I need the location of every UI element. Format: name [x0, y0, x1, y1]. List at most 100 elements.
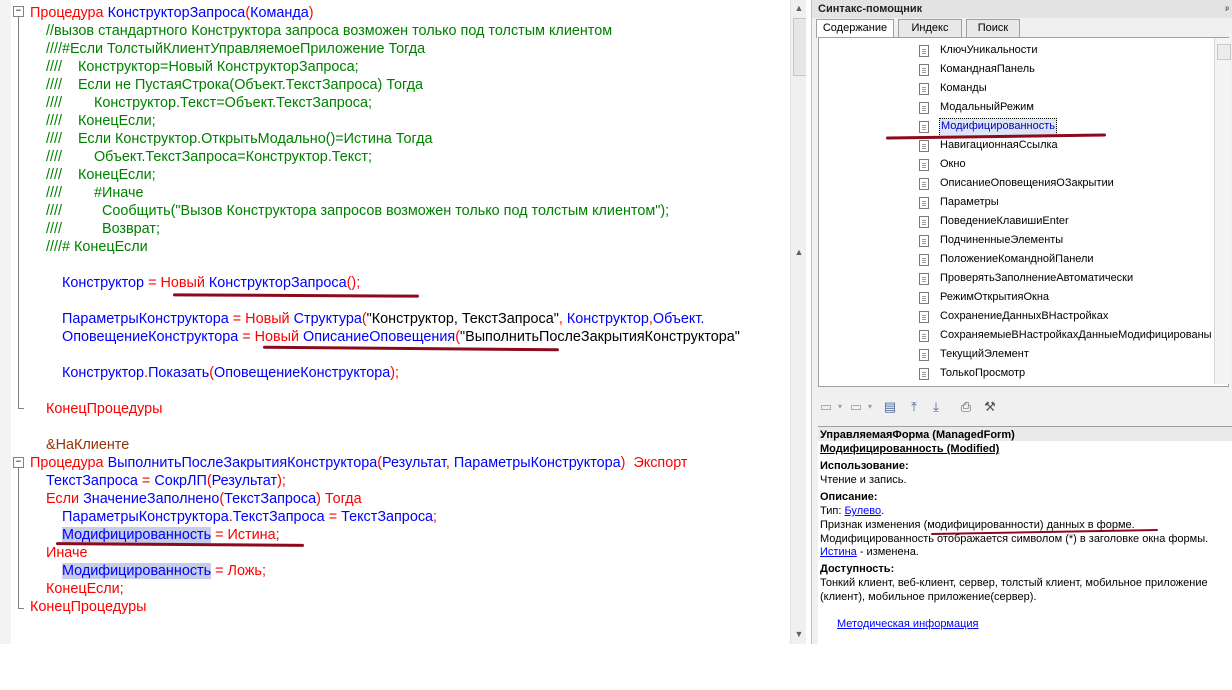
- code-token: Экспорт: [633, 455, 688, 471]
- print-icon[interactable]: ⎙: [958, 399, 974, 415]
- scroll-up-icon[interactable]: ▲: [791, 0, 806, 16]
- code-token: //// Конструктор.Текст=Объект.ТекстЗапро…: [46, 95, 372, 111]
- code-line[interactable]: //// #Иначе: [46, 184, 143, 202]
- code-line[interactable]: КонецЕсли;: [46, 580, 124, 598]
- code-token: //// КонецЕсли;: [46, 167, 156, 183]
- code-line[interactable]: //// Сообщить("Вызов Конструктора запрос…: [46, 202, 669, 220]
- code-line[interactable]: //// Конструктор.Текст=Объект.ТекстЗапро…: [46, 94, 372, 112]
- code-line[interactable]: //// Объект.ТекстЗапроса=Конструктор.Тек…: [46, 148, 372, 166]
- availability-line-1: Тонкий клиент, веб-клиент, сервер, толст…: [820, 577, 1208, 589]
- code-token: Истина: [227, 527, 276, 543]
- tab-index[interactable]: Индекс: [898, 19, 962, 37]
- code-line[interactable]: //// Если не ПустаяСтрока(Объект.ТекстЗа…: [46, 76, 423, 94]
- code-token: ПараметрыКонструктора: [62, 509, 229, 525]
- scroll-down-icon[interactable]: ▼: [791, 626, 806, 642]
- true-link[interactable]: Истина: [820, 546, 857, 558]
- document-icon: [919, 235, 929, 247]
- code-line[interactable]: ОповещениеКонструктора = Новый ОписаниеО…: [62, 328, 740, 346]
- pin-icon[interactable]: ᵖ: [1225, 0, 1229, 18]
- settings-wrench-icon[interactable]: ⚒: [982, 399, 998, 415]
- tree-scroll-thumb[interactable]: [1217, 44, 1231, 60]
- code-token: ПараметрыКонструктора: [62, 311, 233, 327]
- code-editor[interactable]: − − Процедура КонструкторЗапроса(Команда…: [0, 0, 806, 644]
- back-dropdown-icon[interactable]: ▾: [832, 399, 848, 415]
- usage-text: Чтение и запись.: [820, 474, 907, 486]
- code-token: //// Возврат;: [46, 221, 160, 237]
- code-token: //// Если Конструктор.ОткрытьМодально()=…: [46, 131, 433, 147]
- code-line[interactable]: ПараметрыКонструктора.ТекстЗапроса = Тек…: [62, 508, 437, 526]
- tree-scrollbar[interactable]: [1214, 38, 1231, 384]
- code-token: =: [141, 473, 155, 489]
- code-token: =: [211, 527, 228, 543]
- code-line[interactable]: Модифицированность = Истина;: [62, 526, 280, 544]
- type-link[interactable]: Булево: [844, 505, 881, 517]
- code-token: ;: [261, 563, 266, 579]
- document-icon: [919, 121, 929, 133]
- code-token: Команда: [250, 5, 309, 21]
- code-line[interactable]: //вызов стандартного Конструктора запрос…: [46, 22, 612, 40]
- code-line[interactable]: КонецПроцедуры: [30, 598, 146, 616]
- code-token: Новый: [245, 311, 294, 327]
- code-token: ПараметрыКонструктора: [453, 455, 621, 471]
- code-token: КонструкторЗапроса: [208, 275, 347, 291]
- method-info-link[interactable]: Методическая информация: [837, 617, 979, 631]
- code-token: =: [232, 311, 246, 327]
- code-token: Процедура: [30, 5, 108, 21]
- tab-search[interactable]: Поиск: [966, 19, 1020, 37]
- code-line[interactable]: //// КонецЕсли;: [46, 112, 156, 130]
- code-area[interactable]: Процедура КонструкторЗапроса(Команда)//в…: [0, 0, 790, 644]
- document-icon: [919, 273, 929, 285]
- code-token: Результат: [211, 473, 278, 489]
- code-line[interactable]: //// Конструктор=Новый КонструкторЗапрос…: [46, 58, 359, 76]
- code-token: =: [242, 329, 255, 345]
- code-line[interactable]: Конструктор.Показать(ОповещениеКонструкт…: [62, 364, 399, 382]
- code-token: =: [148, 275, 161, 291]
- tree-item-label: КоманднаяПанель: [940, 63, 1035, 75]
- code-line[interactable]: Модифицированность = Ложь;: [62, 562, 266, 580]
- code-token: ;: [275, 527, 280, 543]
- code-line[interactable]: Конструктор = Новый КонструкторЗапроса()…: [62, 274, 360, 292]
- code-line[interactable]: //// Если Конструктор.ОткрытьМодально()=…: [46, 130, 432, 148]
- code-token: ): [308, 5, 314, 21]
- code-token: //// КонецЕсли;: [46, 113, 156, 129]
- forward-dropdown-icon[interactable]: ▾: [862, 399, 878, 415]
- code-line[interactable]: ПараметрыКонструктора = Новый Структура(…: [62, 310, 704, 328]
- code-token: ): [620, 455, 634, 471]
- code-line[interactable]: Если ЗначениеЗаполнено(ТекстЗапроса) Тог…: [46, 490, 362, 508]
- code-token: ОписаниеОповещения: [303, 329, 456, 345]
- description-pane: УправляемаяФорма (ManagedForm) Модифицир…: [818, 426, 1232, 645]
- go-up-icon[interactable]: ⤒: [906, 399, 922, 415]
- contents-tree[interactable]: КлючУникальности КоманднаяПанель Команды Мо…: [818, 37, 1229, 387]
- code-line[interactable]: &НаКлиенте: [46, 436, 129, 454]
- document-icon: [919, 83, 929, 95]
- code-line[interactable]: Иначе: [46, 544, 87, 562]
- code-token: //// Если не ПустаяСтрока(Объект.ТекстЗа…: [46, 77, 423, 93]
- code-token: ;: [119, 581, 124, 597]
- desc-header: УправляемаяФорма (ManagedForm): [820, 429, 1015, 441]
- code-line[interactable]: ТекстЗапроса = СокрЛП(Результат);: [46, 472, 286, 490]
- document-icon: [919, 330, 929, 342]
- code-line[interactable]: Процедура КонструкторЗапроса(Команда): [30, 4, 314, 22]
- type-suffix: .: [881, 505, 885, 517]
- scroll-thumb[interactable]: [793, 18, 806, 76]
- code-line[interactable]: ////# КонецЕсли: [46, 238, 148, 256]
- code-token: Конструктор: [62, 365, 145, 381]
- go-down-icon[interactable]: ⤓: [928, 399, 944, 415]
- find-in-tree-icon[interactable]: ▤: [882, 399, 898, 415]
- editor-vertical-scrollbar[interactable]: ▲ ▲ ▼: [790, 0, 806, 644]
- tree-item-label: ПодчиненныеЭлементы: [940, 234, 1064, 246]
- code-token: );: [277, 473, 286, 489]
- code-token: КонецПроцедуры: [30, 599, 147, 615]
- code-token: СокрЛП: [154, 473, 207, 489]
- code-line[interactable]: ////#Если ТолстыйКлиентУправляемоеПрилож…: [46, 40, 425, 58]
- code-line[interactable]: //// КонецЕсли;: [46, 166, 156, 184]
- document-icon: [919, 159, 929, 171]
- code-token: КонецПроцедуры: [46, 401, 163, 417]
- tree-item-label: КлючУникальности: [940, 44, 1038, 56]
- code-line[interactable]: //// Возврат;: [46, 220, 160, 238]
- tab-contents[interactable]: Содержание: [816, 19, 894, 38]
- code-line[interactable]: КонецПроцедуры: [46, 400, 162, 418]
- code-token: "ВыполнитьПослеЗакрытияКонструктора": [459, 329, 740, 345]
- code-line[interactable]: Процедура ВыполнитьПослеЗакрытияКонструк…: [30, 454, 688, 472]
- code-token: Показать: [148, 365, 210, 381]
